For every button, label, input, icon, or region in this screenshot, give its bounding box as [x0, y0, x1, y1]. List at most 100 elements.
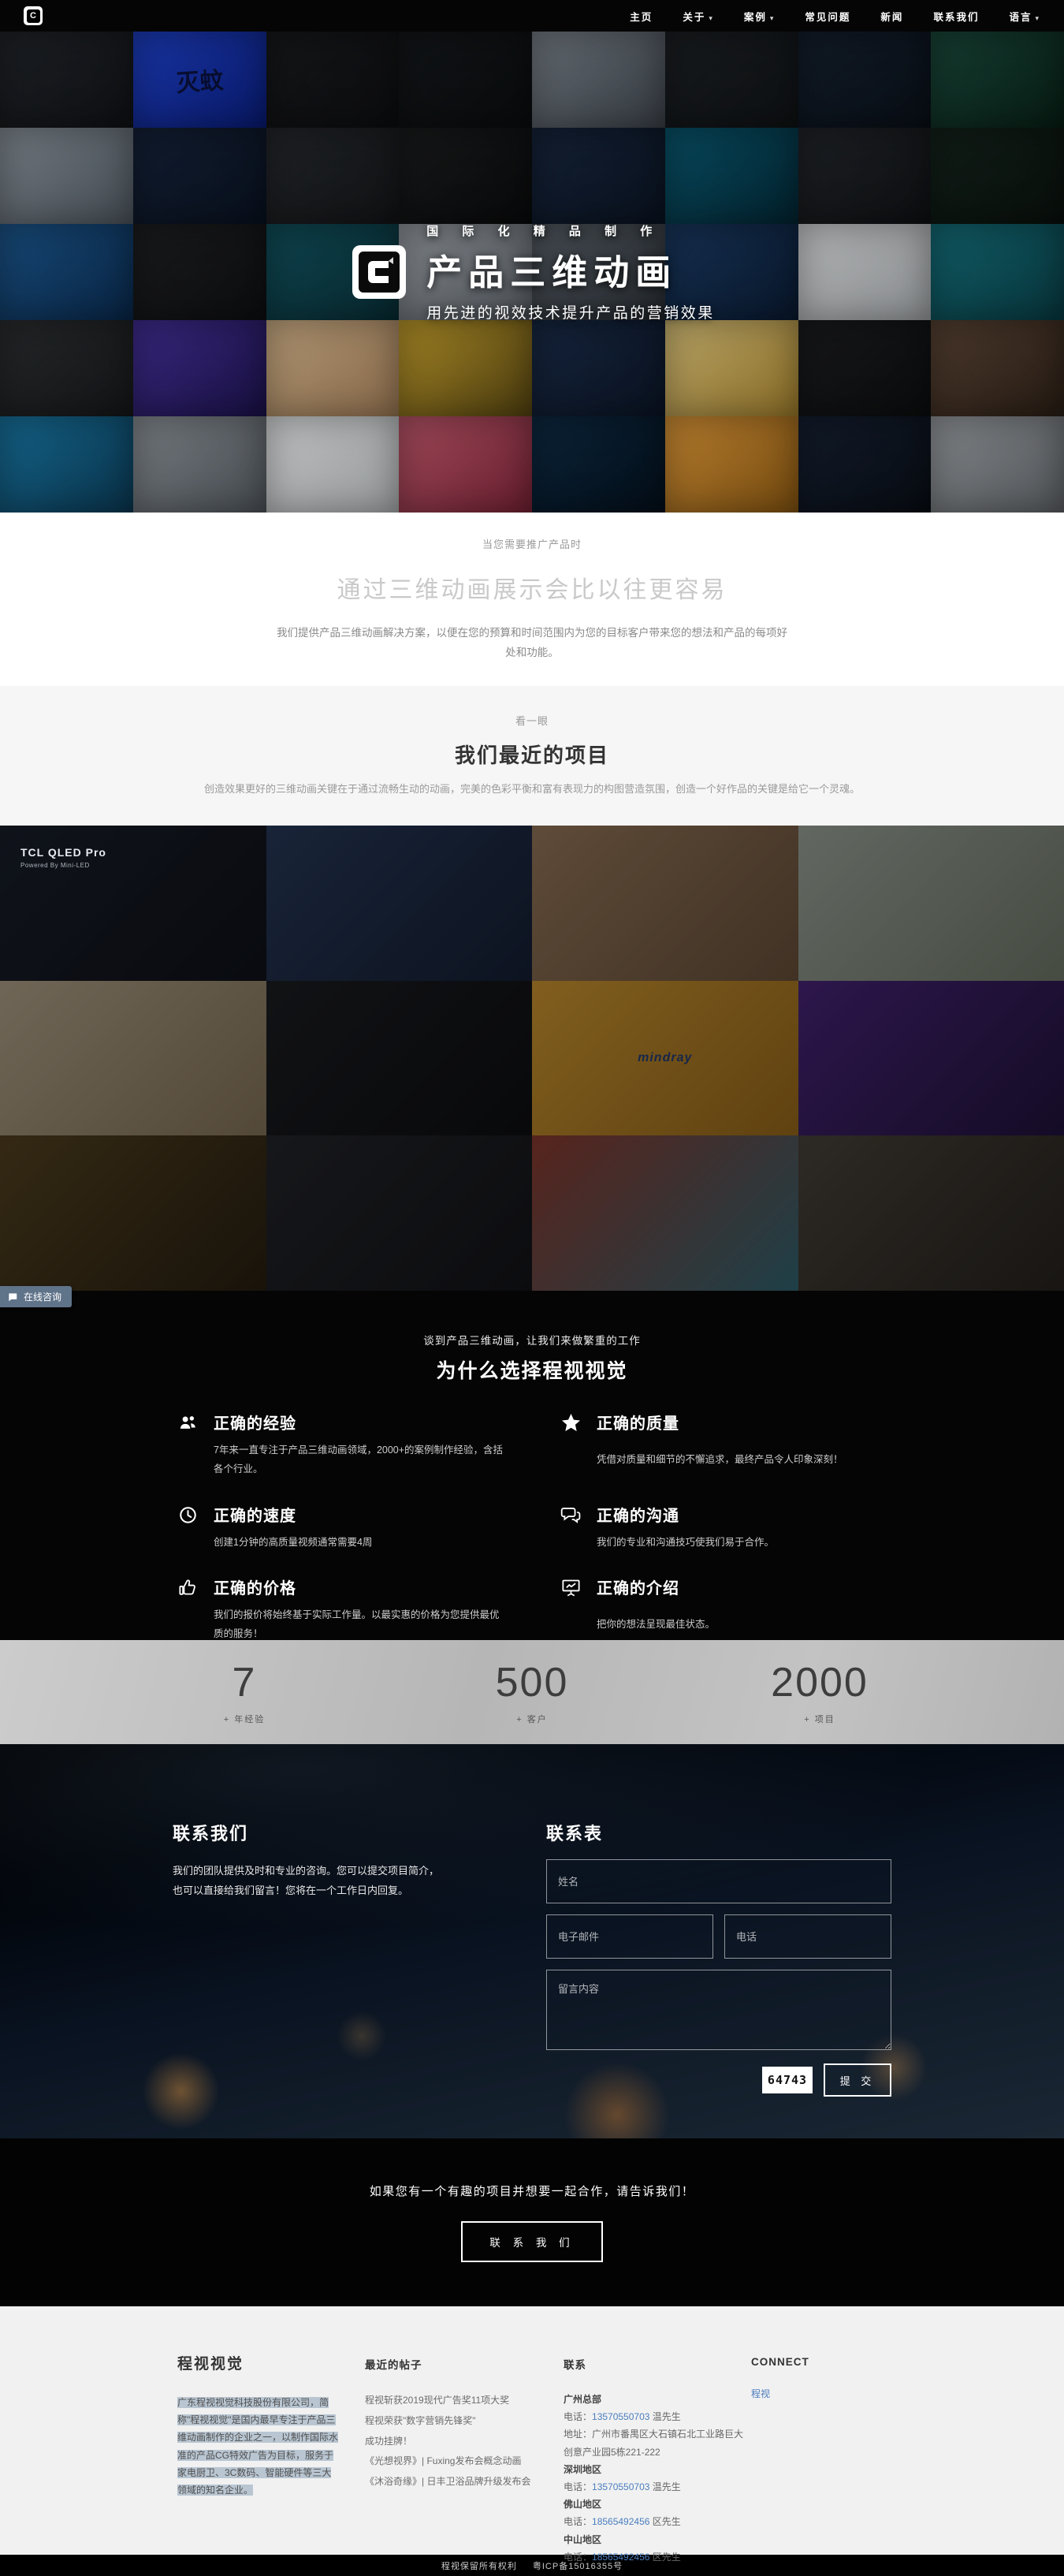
hero-thumbnail[interactable] [399, 320, 532, 416]
nav-item-新闻[interactable]: 新闻 [880, 9, 903, 24]
captcha-image[interactable]: 64743 [762, 2067, 813, 2093]
project-tile[interactable] [798, 981, 1064, 1136]
hero-thumbnail[interactable] [399, 128, 532, 224]
hero-thumbnail[interactable] [133, 128, 266, 224]
hero-thumbnail[interactable] [798, 320, 932, 416]
hero-thumbnail[interactable] [665, 416, 798, 513]
project-tile[interactable] [532, 826, 798, 981]
hero-thumbnail[interactable] [266, 320, 400, 416]
hero-thumbnail[interactable] [133, 224, 266, 320]
footer-phone-link[interactable]: 13570550703 [592, 2411, 649, 2422]
email-field[interactable] [546, 1914, 713, 1959]
nav-item-联系我们[interactable]: 联系我们 [933, 9, 979, 24]
project-caption-title: TCL QLED Pro [20, 846, 106, 859]
hero-thumbnail[interactable] [0, 320, 133, 416]
footer-posts-heading: 最近的帖子 [365, 2356, 564, 2372]
footer-brand-heading: 程视视觉 [177, 2352, 365, 2373]
hero-thumbnail[interactable] [133, 416, 266, 513]
intro-body: 我们提供产品三维动画解决方案，以便在您的预算和时间范围内为您的目标客户带来您的想… [272, 624, 792, 663]
cta-text: 如果您有一个有趣的项目并想要一起合作，请告诉我们！ [370, 2183, 695, 2199]
online-consult-label: 在线咨询 [24, 1290, 61, 1303]
footer-contact-line: 电话：18565492456 区先生 [564, 2513, 751, 2530]
footer-post-link[interactable]: 《光想视界》| Fuxing发布会概念动画 [365, 2451, 564, 2472]
hero-thumbnail[interactable] [0, 128, 133, 224]
footer-post-link[interactable]: 《沐浴奇缘》| 日丰卫浴品牌升级发布会 [365, 2472, 564, 2492]
footer-contact-city: 佛山地区 [564, 2496, 751, 2513]
submit-button[interactable]: 提 交 [824, 2063, 891, 2097]
project-tile[interactable] [0, 1135, 266, 1291]
features-grid: 正确的经验7年来一直专注于产品三维动画领域，2000+的案例制作经验，含括各个行… [177, 1411, 887, 1644]
project-tile[interactable] [266, 1135, 533, 1291]
hero-thumbnail[interactable] [266, 32, 400, 128]
hero-thumbnail[interactable] [0, 224, 133, 320]
cta-contact-button[interactable]: 联 系 我 们 [461, 2221, 602, 2262]
nav-item-主页[interactable]: 主页 [630, 9, 653, 24]
hero-thumbnail[interactable] [399, 224, 532, 320]
hero-thumbnail[interactable] [266, 128, 400, 224]
hero-thumbnail[interactable] [665, 224, 798, 320]
footer-phone-link[interactable]: 13570550703 [592, 2481, 649, 2492]
hero-thumbnail[interactable] [931, 32, 1064, 128]
nav-item-常见问题[interactable]: 常见问题 [805, 9, 850, 24]
project-tile[interactable] [266, 981, 533, 1136]
project-tile[interactable] [798, 1135, 1064, 1291]
nav-item-语言[interactable]: 语言▾ [1009, 9, 1040, 24]
footer-about: 程视视觉 广东程视视觉科技股份有限公司，简称"程视视觉"是国内最早专注于产品三维… [177, 2352, 365, 2566]
hero-thumbnail[interactable] [798, 416, 932, 513]
hero-thumbnail[interactable]: 灭蚊 [133, 32, 266, 128]
message-field[interactable] [546, 1970, 891, 2050]
footer-phone-link[interactable]: 18565492456 [592, 2516, 649, 2527]
footer-post-link[interactable]: 程视荣获"数字营销先锋奖" [365, 2411, 564, 2432]
hero-thumbnail[interactable] [399, 416, 532, 513]
name-field[interactable] [546, 1859, 891, 1903]
hero-thumbnail[interactable] [931, 320, 1064, 416]
hero-thumbnail[interactable] [532, 32, 665, 128]
hero-thumbnail[interactable] [798, 128, 932, 224]
online-consult-badge[interactable]: 在线咨询 [0, 1286, 72, 1307]
contact-intro: 联系我们 我们的团队提供及时和专业的咨询。您可以提交项目简介，也可以直接给我们留… [173, 1820, 445, 2097]
projects-grid: TCL QLED ProPowered By Mini-LED mindray [0, 826, 1064, 1291]
hero-thumbnail[interactable] [665, 32, 798, 128]
why-section: 在线咨询 谈到产品三维动画，让我们来做繁重的工作 为什么选择程视视觉 正确的经验… [0, 1291, 1064, 1640]
project-tile[interactable] [266, 826, 533, 981]
hero-thumbnail[interactable] [399, 32, 532, 128]
project-tile[interactable]: TCL QLED ProPowered By Mini-LED [0, 826, 266, 981]
nav-item-案例[interactable]: 案例▾ [744, 9, 776, 24]
feature-desc: 创建1分钟的高质量视频通常需要4周 [214, 1534, 504, 1553]
hero-thumbnail[interactable] [665, 128, 798, 224]
nav-item-关于[interactable]: 关于▾ [683, 9, 714, 24]
hero-thumbnail[interactable] [931, 224, 1064, 320]
hero-thumbnail[interactable] [0, 416, 133, 513]
stat-item: 7+ 年经验 [101, 1659, 389, 1725]
hero-thumbnail[interactable] [266, 416, 400, 513]
project-tile[interactable] [532, 1135, 798, 1291]
hero-thumbnail[interactable] [532, 224, 665, 320]
hero-thumbnail[interactable] [0, 32, 133, 128]
footer-contact-line: 地址：广州市番禺区大石镇石北工业路巨大 [564, 2425, 751, 2443]
icp-link[interactable]: 粤ICP备15016355号 [533, 2559, 623, 2572]
stat-label: + 项目 [676, 1713, 964, 1725]
hero-thumbnail[interactable] [931, 416, 1064, 513]
feature-title: 正确的经验 [214, 1411, 504, 1433]
footer-connect-link[interactable]: 程视 [751, 2388, 770, 2399]
hero-thumbnail[interactable] [266, 224, 400, 320]
hero-thumbnail[interactable] [665, 320, 798, 416]
feature-title: 正确的质量 [597, 1411, 887, 1433]
hero-thumbnail[interactable] [133, 320, 266, 416]
site-logo[interactable]: C [24, 6, 43, 25]
phone-field[interactable] [724, 1914, 891, 1959]
hero-thumbnail[interactable] [532, 320, 665, 416]
hero-thumbnail[interactable] [931, 128, 1064, 224]
stat-label: + 客户 [389, 1713, 676, 1725]
footer-contact-city: 深圳地区 [564, 2461, 751, 2478]
project-tile[interactable] [798, 826, 1064, 981]
hero-thumbnail[interactable] [532, 128, 665, 224]
hero-thumbnail[interactable] [798, 224, 932, 320]
hero-thumbnail[interactable] [532, 416, 665, 513]
footer-post-link[interactable]: 成功挂牌！ [365, 2432, 564, 2452]
contact-form-heading: 联系表 [546, 1820, 891, 1845]
project-tile[interactable]: mindray [532, 981, 798, 1136]
hero-thumbnail[interactable] [798, 32, 932, 128]
project-tile[interactable] [0, 981, 266, 1136]
footer-post-link[interactable]: 程视斩获2019现代广告奖11项大奖 [365, 2391, 564, 2411]
